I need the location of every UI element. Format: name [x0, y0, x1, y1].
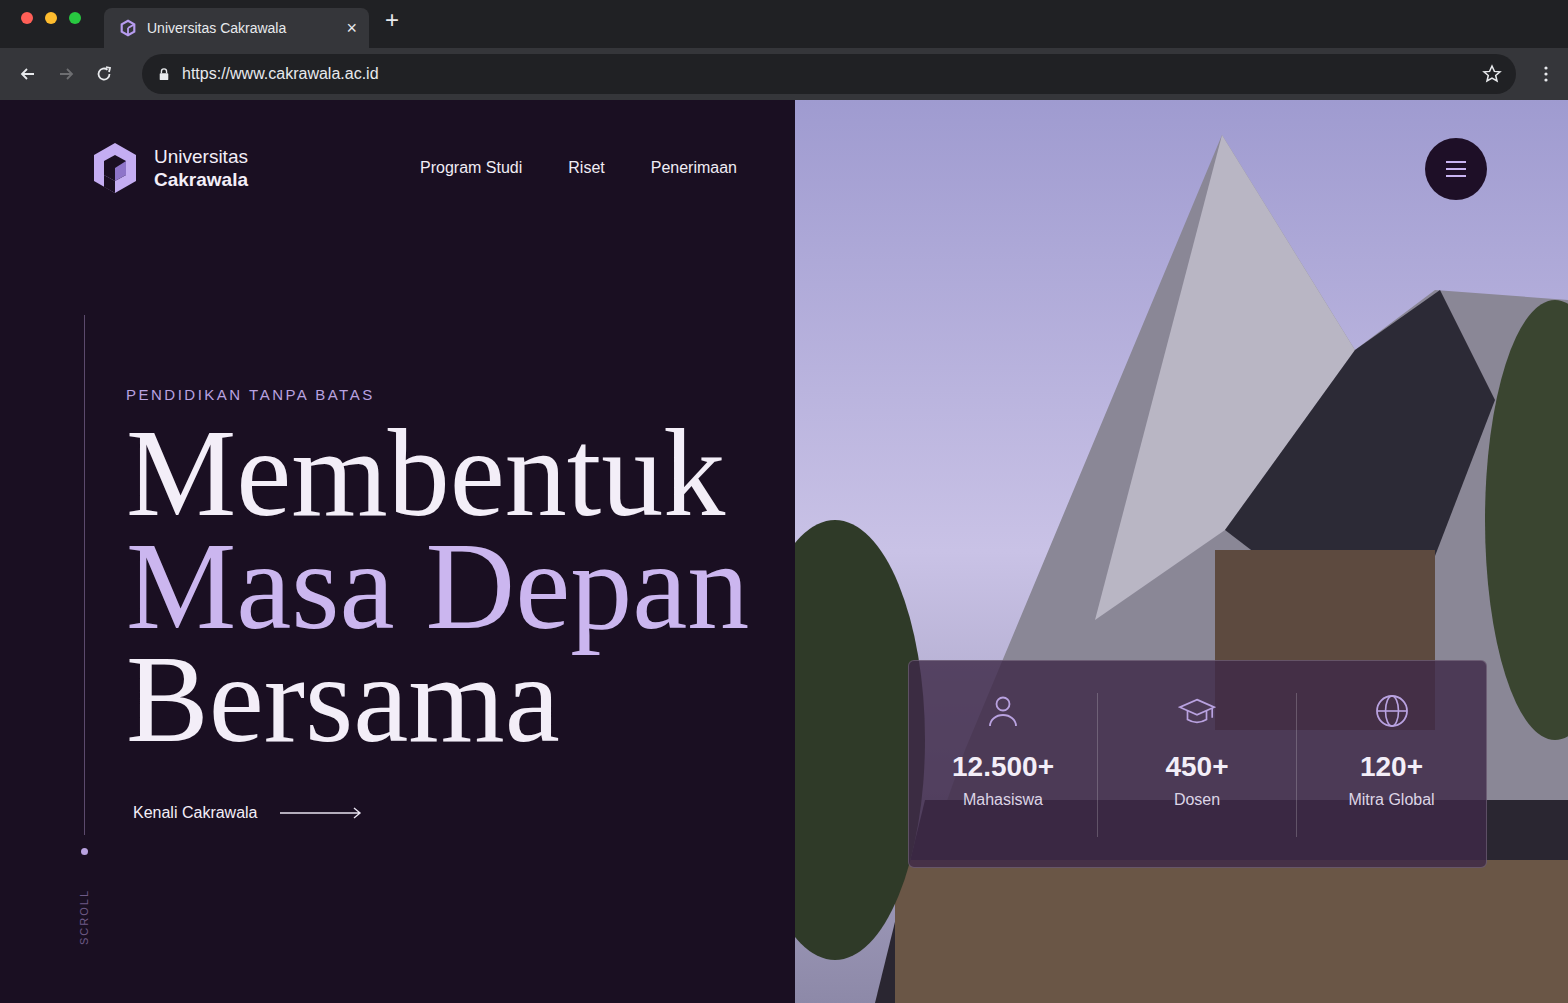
hamburger-menu-icon	[1444, 159, 1468, 179]
person-icon	[984, 693, 1022, 729]
browser-menu-icon[interactable]	[1536, 64, 1556, 84]
favicon-icon	[119, 19, 137, 37]
stats-card: 12.500+ Mahasiswa 450+ Dosen 120+ Mitra Globa…	[908, 660, 1487, 868]
hero-panel: UniversitasCakrawala Program Studi Riset Pe…	[0, 100, 795, 1003]
tab-title: Universitas Cakrawala	[147, 20, 336, 36]
browser-window: Universitas Cakrawala × + https://www.cakra…	[0, 0, 1568, 1003]
lock-icon	[158, 67, 170, 81]
headline-line: Membentuk	[126, 417, 749, 530]
nav-item[interactable]: Penerimaan	[651, 159, 737, 177]
logo-line-1: Universitas	[154, 145, 248, 168]
scroll-label: SCROLL	[78, 889, 90, 945]
minimize-window-button[interactable]	[45, 12, 57, 24]
headline-line: Bersama	[126, 643, 749, 756]
rail-line	[84, 315, 85, 835]
eyebrow: PENDIDIKAN TANPA BATAS	[126, 386, 375, 403]
stat-label: Mitra Global	[1348, 791, 1434, 809]
stat-label: Mahasiswa	[963, 791, 1043, 809]
stat-item: 450+ Dosen	[1097, 693, 1296, 837]
logo-line-2: Cakrawala	[154, 168, 248, 191]
stat-value: 12.500+	[952, 751, 1054, 783]
stat-value: 120+	[1360, 751, 1423, 783]
browser-tab[interactable]: Universitas Cakrawala ×	[104, 8, 369, 48]
reload-icon[interactable]	[94, 64, 114, 84]
close-window-button[interactable]	[21, 12, 33, 24]
stat-label: Dosen	[1174, 791, 1220, 809]
headline-line: Masa Depan	[126, 530, 749, 643]
maximize-window-button[interactable]	[69, 12, 81, 24]
bookmark-star-icon[interactable]	[1482, 64, 1502, 84]
nav-item[interactable]: Program Studi	[420, 159, 522, 177]
globe-icon	[1373, 693, 1411, 729]
tab-close-button[interactable]: ×	[346, 18, 357, 39]
back-arrow-icon[interactable]	[18, 64, 38, 84]
window-controls	[0, 12, 81, 40]
campus-photo: 12.500+ Mahasiswa 450+ Dosen 120+ Mitra Globa…	[795, 100, 1568, 1003]
stat-item: 12.500+ Mahasiswa	[909, 693, 1097, 837]
scroll-indicator: SCROLL	[82, 198, 86, 949]
forward-arrow-icon[interactable]	[56, 64, 76, 84]
headline: MembentukMasa DepanBersama	[126, 417, 749, 756]
logo-icon	[90, 139, 140, 197]
url-text: https://www.cakrawala.ac.id	[182, 65, 1470, 83]
stat-item: 120+ Mitra Global	[1296, 693, 1486, 837]
address-toolbar: https://www.cakrawala.ac.id	[0, 48, 1568, 100]
arrow-right-icon	[280, 807, 362, 819]
site-header: UniversitasCakrawala Program Studi Riset Pe…	[0, 138, 795, 198]
stat-value: 450+	[1165, 751, 1228, 783]
graduation-cap-icon	[1178, 693, 1216, 729]
menu-button[interactable]	[1425, 138, 1487, 200]
logo[interactable]: UniversitasCakrawala	[90, 139, 248, 197]
new-tab-button[interactable]: +	[385, 6, 399, 34]
main-nav: Program Studi Riset Penerimaan	[420, 159, 737, 177]
cta-label: Kenali Cakrawala	[133, 804, 258, 822]
nav-item[interactable]: Riset	[568, 159, 604, 177]
cta-link[interactable]: Kenali Cakrawala	[133, 804, 362, 822]
address-bar[interactable]: https://www.cakrawala.ac.id	[142, 54, 1516, 94]
page: UniversitasCakrawala Program Studi Riset Pe…	[0, 100, 1568, 1003]
rail-dot	[81, 848, 88, 855]
tab-bar: Universitas Cakrawala × +	[0, 0, 1568, 48]
